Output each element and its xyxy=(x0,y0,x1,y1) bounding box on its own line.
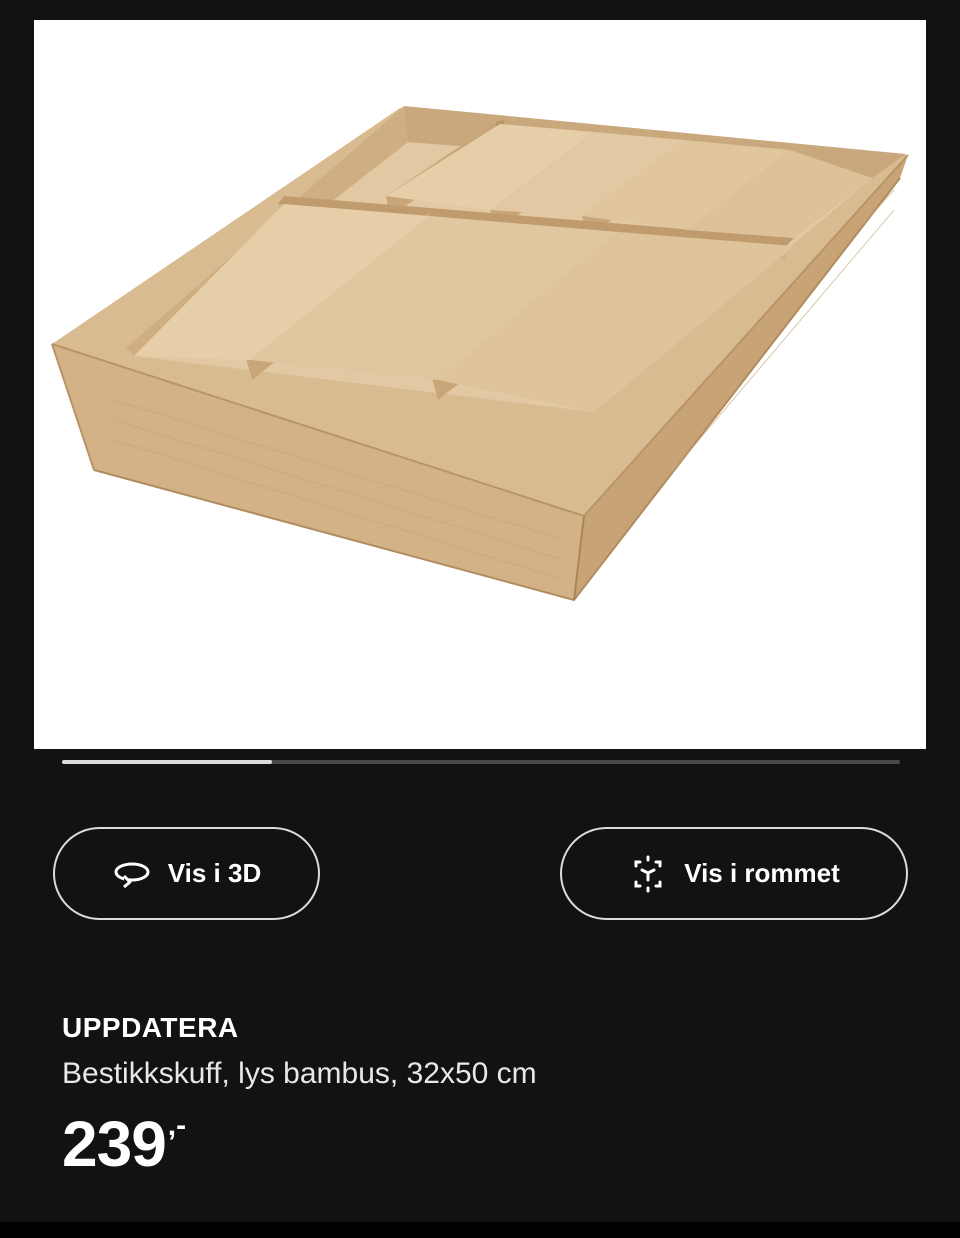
product-name: UPPDATERA xyxy=(62,1012,239,1043)
view-in-room-button[interactable]: Vis i rommet xyxy=(560,827,908,920)
rotate-3d-icon xyxy=(112,860,152,888)
cutlery-tray-image xyxy=(51,106,909,602)
price-value: 239 xyxy=(62,1108,167,1180)
price-suffix: ,- xyxy=(167,1109,187,1142)
ar-cube-icon xyxy=(628,854,668,894)
product-screen: Vis i 3D Vis i rommet UPPDATERA Bestikks… xyxy=(0,0,960,1222)
bottom-edge xyxy=(0,1222,960,1238)
gallery-progress-fill xyxy=(62,760,272,764)
view-in-room-label: Vis i rommet xyxy=(684,858,840,888)
product-image[interactable] xyxy=(34,20,926,749)
product-price: 239 ,- xyxy=(62,1108,186,1180)
product-description: Bestikkskuff, lys bambus, 32x50 cm xyxy=(62,1057,537,1090)
view-3d-button[interactable]: Vis i 3D xyxy=(53,827,320,920)
view-3d-label: Vis i 3D xyxy=(167,858,262,888)
gallery-progress-bar[interactable] xyxy=(62,760,900,764)
